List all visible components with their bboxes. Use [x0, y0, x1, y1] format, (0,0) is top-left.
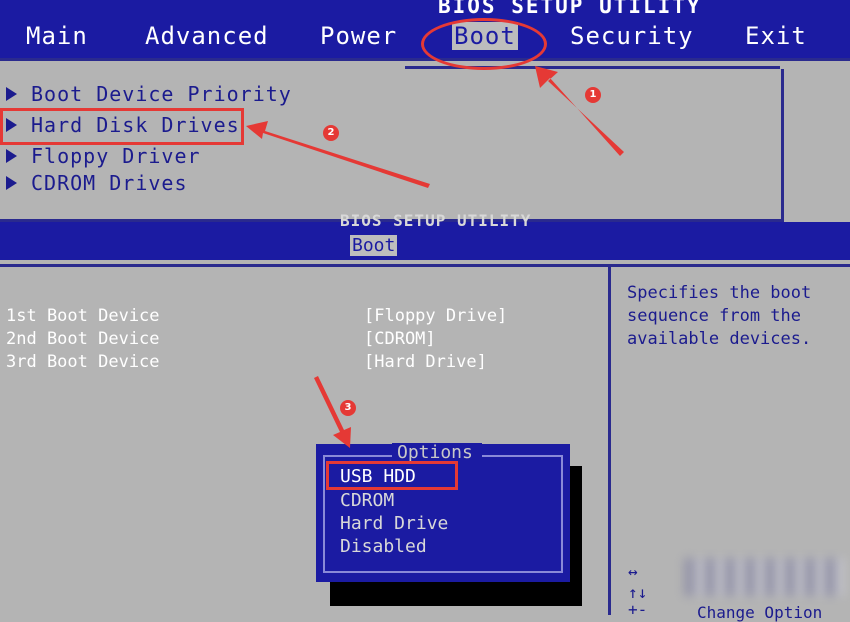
annotation-badge-3: 3	[340, 400, 356, 416]
annotation-badge-2: 2	[323, 125, 339, 141]
annotation-badge-1: 1	[585, 87, 601, 103]
arrow-1	[535, 66, 624, 156]
annotation-arrows	[246, 66, 624, 448]
